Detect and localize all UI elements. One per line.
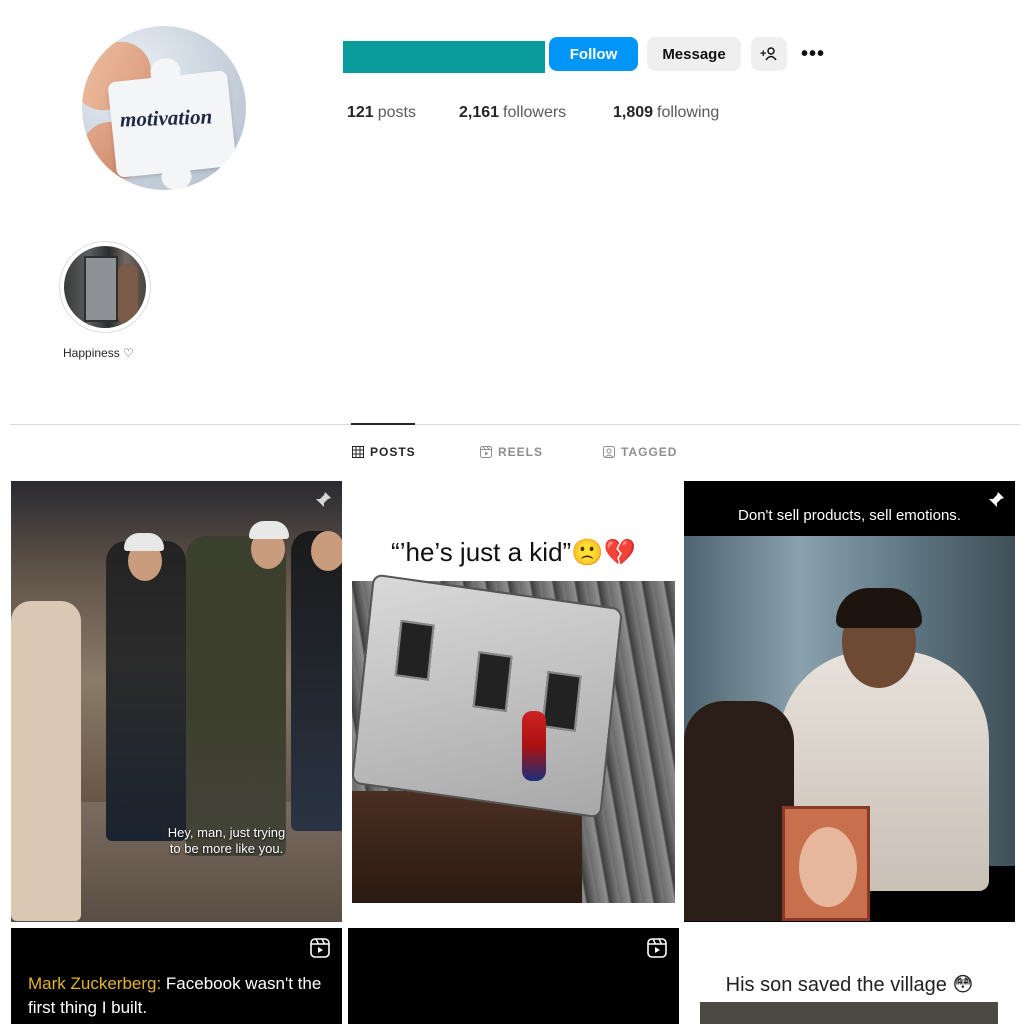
message-button[interactable]: Message xyxy=(647,37,741,71)
post-image-head xyxy=(311,531,342,571)
post-subtitle-line2: to be more like you. xyxy=(169,841,284,856)
post-subtitle: Hey, man, just trying to be more like yo… xyxy=(11,825,342,857)
post-image-scene xyxy=(350,573,675,903)
active-tab-indicator xyxy=(351,423,415,425)
mirror-face xyxy=(799,827,857,907)
grid-icon xyxy=(352,446,364,458)
profile-avatar[interactable]: motivation xyxy=(82,26,246,190)
post-image-figure xyxy=(11,601,81,921)
highlight-figure-shape xyxy=(118,264,138,324)
post-image-train xyxy=(350,573,624,819)
posts-count: 121 posts xyxy=(347,104,416,122)
highlight-cover-image[interactable] xyxy=(64,246,146,328)
following-count-label: following xyxy=(657,104,720,121)
reel-icon xyxy=(310,938,330,963)
more-options-button[interactable]: ••• xyxy=(797,37,829,71)
post-tile[interactable] xyxy=(348,928,679,1024)
post-image-mirror xyxy=(782,806,870,921)
tab-tagged-label: TAGGED xyxy=(621,445,678,459)
tab-reels[interactable]: REELS xyxy=(480,445,543,459)
post-tile[interactable]: His son saved the village 😳 xyxy=(684,928,1015,1024)
train-window xyxy=(394,619,435,681)
avatar-text: motivation xyxy=(119,104,213,132)
reel-icon xyxy=(647,938,667,963)
username-redacted xyxy=(343,41,545,73)
highlight-label: Happiness ♡ xyxy=(63,346,134,360)
tab-tagged[interactable]: TAGGED xyxy=(603,445,677,459)
post-image-figure xyxy=(522,711,546,781)
follow-button[interactable]: Follow xyxy=(549,37,638,71)
post-image-cap xyxy=(249,521,289,539)
posts-count-value: 121 xyxy=(347,104,374,121)
post-tile[interactable]: Mark Zuckerberg: Facebook wasn't the fir… xyxy=(11,928,342,1024)
following-count-value: 1,809 xyxy=(613,104,654,121)
followers-count-value: 2,161 xyxy=(459,104,500,121)
post-image-hair xyxy=(836,588,922,628)
post-subtitle-line1: Hey, man, just trying xyxy=(167,825,286,840)
followers-count[interactable]: 2,161 followers xyxy=(459,104,566,122)
train-window xyxy=(541,671,582,732)
tabs-divider xyxy=(10,424,1020,425)
post-image-scene xyxy=(684,536,1015,921)
add-user-button[interactable]: + xyxy=(751,37,787,71)
pinned-icon xyxy=(987,491,1005,513)
reels-icon xyxy=(480,446,492,458)
tab-posts-label: POSTS xyxy=(370,445,416,459)
tab-posts[interactable]: POSTS xyxy=(352,445,416,459)
following-count[interactable]: 1,809 following xyxy=(613,104,719,122)
post-caption: His son saved the village 😳 xyxy=(725,974,974,996)
posts-count-label: posts xyxy=(377,104,416,121)
highlight-door-shape xyxy=(84,256,118,322)
pinned-icon xyxy=(314,491,332,513)
post-caption-name: Mark Zuckerberg: xyxy=(28,974,162,993)
post-image-figure xyxy=(106,541,186,841)
train-window xyxy=(472,651,513,712)
post-caption: Mark Zuckerberg: Facebook wasn't the fir… xyxy=(28,972,332,1020)
post-tile[interactable]: “’he’s just a kid”🙁💔 xyxy=(348,481,679,922)
post-caption: Don't sell products, sell emotions. xyxy=(738,507,961,524)
more-icon: ••• xyxy=(800,42,825,65)
post-image-cap xyxy=(124,533,164,551)
post-caption: “’he’s just a kid”🙁💔 xyxy=(391,537,636,567)
post-image-figure xyxy=(291,531,342,831)
svg-text:+: + xyxy=(760,48,766,60)
post-image-scene xyxy=(700,1002,998,1024)
post-image-figure xyxy=(186,536,286,856)
post-image-foreground-figure xyxy=(684,701,794,921)
tagged-icon xyxy=(603,446,615,458)
followers-count-label: followers xyxy=(503,104,567,121)
tab-reels-label: REELS xyxy=(498,445,544,459)
add-user-icon: + xyxy=(760,47,777,61)
post-tile[interactable]: Hey, man, just trying to be more like yo… xyxy=(11,481,342,922)
post-tile[interactable]: Don't sell products, sell emotions. xyxy=(684,481,1015,922)
